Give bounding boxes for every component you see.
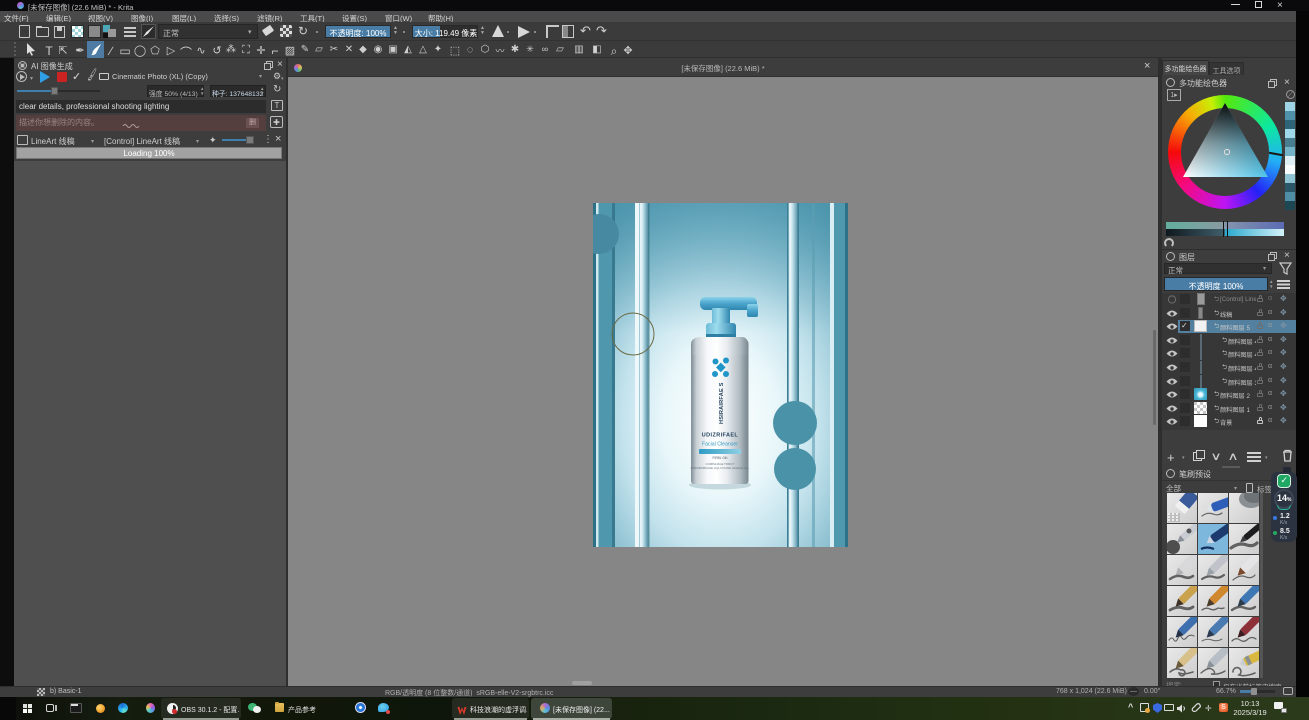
svg-text:FIRBL Gth: FIRBL Gth [713,456,728,460]
svg-text:FPRIPBOMKAGE LIQLI FICJNE LEVE: FPRIPBOMKAGE LIQLI FICJNE LEVENE GEL [691,466,750,470]
svg-text:UDIZRIFAEL: UDIZRIFAEL [702,433,739,439]
svg-text:Facial Cleanser: Facial Cleanser [702,442,738,448]
svg-text:HSIRAIRFAE S: HSIRAIRFAE S [719,382,725,424]
